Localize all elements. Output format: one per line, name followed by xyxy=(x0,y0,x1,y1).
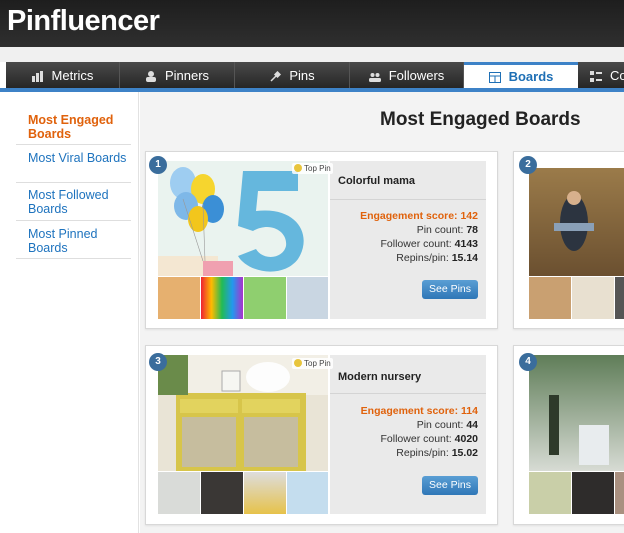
tab-label: Pinners xyxy=(164,67,210,83)
stat-value: 78 xyxy=(466,224,478,236)
stat-label: Follower count: xyxy=(380,238,452,250)
board-thumb[interactable] xyxy=(615,277,624,319)
board-thumb[interactable] xyxy=(287,472,328,514)
board-card: 1 Top Pin Colorful mama Engagement score… xyxy=(145,151,498,329)
board-thumb[interactable] xyxy=(244,277,287,319)
follower-count: Follower count: 4020 xyxy=(381,433,478,445)
rank-badge: 2 xyxy=(519,156,537,174)
board-thumb[interactable] xyxy=(158,277,201,319)
board-thumb[interactable] xyxy=(201,472,244,514)
sidebar-item-most-followed[interactable]: Most Followed Boards xyxy=(16,188,131,221)
stat-value: 4143 xyxy=(454,238,478,250)
pin-icon xyxy=(294,164,302,172)
board-thumb[interactable] xyxy=(615,472,624,514)
stat-value: 44 xyxy=(466,419,478,431)
rank-badge: 3 xyxy=(149,353,167,371)
repins-per-pin: Repins/pin: 15.02 xyxy=(396,447,478,459)
sidebar-item-most-viral[interactable]: Most Viral Boards xyxy=(16,151,131,183)
engagement-score: Engagement score: 142 xyxy=(360,210,478,222)
rank-badge: 4 xyxy=(519,353,537,371)
board-thumb[interactable] xyxy=(287,277,328,319)
board-thumb[interactable] xyxy=(572,277,615,319)
tab-label: Pins xyxy=(289,67,315,83)
grid-icon xyxy=(590,70,602,82)
top-pin-label: Top Pin xyxy=(292,358,333,369)
board-cover-image[interactable] xyxy=(529,355,624,471)
stat-value: 114 xyxy=(461,405,478,417)
stat-label: Pin count: xyxy=(416,224,464,236)
tab-label: Metrics xyxy=(51,67,94,83)
tab-co[interactable]: Co xyxy=(578,62,624,88)
board-card: 4 xyxy=(513,345,624,525)
rank-badge: 1 xyxy=(149,156,167,174)
board-thumb[interactable] xyxy=(201,277,244,319)
stat-label: Repins/pin: xyxy=(396,447,449,459)
board-info: Colorful mama Engagement score: 142 Pin … xyxy=(330,161,486,319)
app-header: Pinfluencer xyxy=(0,0,624,47)
top-pin-text: Top Pin xyxy=(304,164,331,173)
board-card: 3 Top Pin Modern nursery Engagement scor… xyxy=(145,345,498,525)
stat-value: 15.02 xyxy=(451,447,478,459)
tab-boards[interactable]: Boards xyxy=(464,62,578,88)
sidebar-item-most-engaged[interactable]: Most Engaged Boards xyxy=(16,113,131,145)
divider xyxy=(330,199,486,200)
board-info: Modern nursery Engagement score: 114 Pin… xyxy=(330,355,486,514)
stat-label: Pin count: xyxy=(416,419,464,431)
tab-metrics[interactable]: Metrics xyxy=(6,62,120,88)
pin-count: Pin count: 44 xyxy=(417,419,478,431)
main-nav: Metrics Pinners Pins Followers Boards Co xyxy=(6,62,624,88)
people-icon xyxy=(368,70,381,82)
engagement-score: Engagement score: 114 xyxy=(361,405,478,417)
page-title: Most Engaged Boards xyxy=(380,109,581,130)
stat-label: Repins/pin: xyxy=(396,252,449,264)
board-cover-image[interactable] xyxy=(529,168,624,276)
tab-label: Co xyxy=(610,67,624,83)
board-thumb[interactable] xyxy=(158,472,201,514)
board-thumb[interactable] xyxy=(529,277,572,319)
board-thumb[interactable] xyxy=(244,472,287,514)
app-logo[interactable]: Pinfluencer xyxy=(7,5,160,38)
top-pin-text: Top Pin xyxy=(304,359,331,368)
board-thumb[interactable] xyxy=(529,472,572,514)
see-pins-button[interactable]: See Pins xyxy=(422,476,478,495)
divider xyxy=(330,393,486,394)
stat-value: 142 xyxy=(460,210,478,222)
tab-pins[interactable]: Pins xyxy=(235,62,350,88)
board-icon xyxy=(488,71,501,83)
board-name: Modern nursery xyxy=(338,371,422,383)
sidebar-item-most-pinned[interactable]: Most Pinned Boards xyxy=(16,227,131,259)
stat-value: 15.14 xyxy=(451,252,478,264)
header-strip xyxy=(0,47,624,62)
board-cover-image[interactable] xyxy=(158,355,328,471)
board-name: Colorful mama xyxy=(338,175,416,187)
pin-icon xyxy=(294,359,302,367)
tab-label: Boards xyxy=(508,69,554,84)
board-cover-image[interactable] xyxy=(158,161,328,276)
see-pins-button[interactable]: See Pins xyxy=(422,280,478,299)
board-thumb[interactable] xyxy=(572,472,615,514)
board-card: 2 xyxy=(513,151,624,329)
person-icon xyxy=(145,70,157,82)
bar-chart-icon xyxy=(31,70,44,82)
repins-per-pin: Repins/pin: 15.14 xyxy=(396,252,478,264)
follower-count: Follower count: 4143 xyxy=(381,238,478,250)
top-pin-label: Top Pin xyxy=(292,163,333,174)
tab-label: Followers xyxy=(388,67,445,83)
stat-value: 4020 xyxy=(454,433,478,445)
stat-label: Follower count: xyxy=(380,433,452,445)
tab-pinners[interactable]: Pinners xyxy=(120,62,235,88)
pin-icon xyxy=(269,70,282,82)
stat-label: Engagement score: xyxy=(360,210,458,222)
tab-followers[interactable]: Followers xyxy=(350,62,464,88)
pin-count: Pin count: 78 xyxy=(417,224,478,236)
stat-label: Engagement score: xyxy=(360,405,459,417)
